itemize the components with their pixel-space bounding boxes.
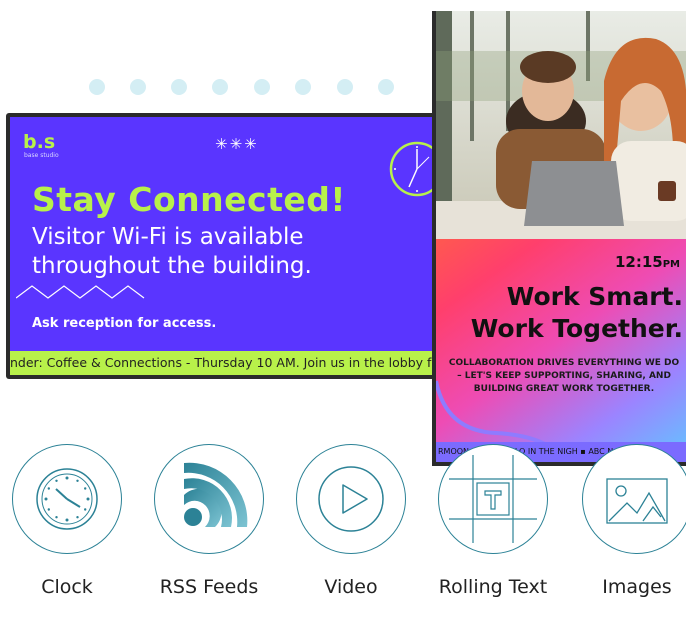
image-icon <box>606 478 668 524</box>
rss-icon <box>184 462 248 527</box>
call-to-action-text: Ask reception for access. <box>32 316 217 331</box>
feature-rss-feeds[interactable]: RSS Feeds <box>149 444 269 614</box>
team-photo <box>436 11 686 239</box>
feature-circle[interactable] <box>582 444 686 554</box>
wall-clock-icon <box>389 141 438 197</box>
feature-label: Images <box>602 576 672 598</box>
title-line-2: Work Together. <box>470 314 683 343</box>
feature-label: Rolling Text <box>438 576 548 598</box>
dot <box>378 79 394 95</box>
feature-circle[interactable] <box>154 444 264 554</box>
dot <box>212 79 228 95</box>
dot <box>295 79 311 95</box>
news-ticker: nder: Coffee & Connections - Thursday 10… <box>10 351 438 375</box>
collaboration-signage-screen: 12:15PM Work Smart. Work Together. COLLA… <box>432 11 686 466</box>
subline-1: Visitor Wi-Fi is available <box>32 224 304 250</box>
dot <box>89 79 105 95</box>
feature-images[interactable]: Images <box>577 444 686 614</box>
brand-logo: b.s <box>23 131 56 153</box>
feature-clock[interactable]: Clock <box>7 444 127 614</box>
feature-label: RSS Feeds <box>159 576 259 598</box>
dot <box>254 79 270 95</box>
dot <box>171 79 187 95</box>
feature-circle[interactable] <box>438 444 548 554</box>
text-frame-icon <box>449 455 537 543</box>
asterisk-ornament: ✳✳✳ <box>215 135 259 153</box>
body-text: COLLABORATION DRIVES EVERYTHING WE DO – … <box>448 358 680 394</box>
brand-logo-subtitle: base studio <box>24 152 59 159</box>
wifi-signage-screen: b.s base studio ✳✳✳ Stay Connected! Visi… <box>6 113 442 379</box>
feature-label: Video <box>324 576 378 598</box>
clock-icon <box>36 468 98 530</box>
feature-label: Clock <box>41 576 93 598</box>
dot <box>130 79 146 95</box>
clock-time-readout: 12:15PM <box>614 253 680 271</box>
title-line-1: Work Smart. <box>506 282 683 311</box>
dot <box>337 79 353 95</box>
subline-2: throughout the building. <box>32 253 312 279</box>
play-icon <box>318 466 384 532</box>
feature-video[interactable]: Video <box>291 444 411 614</box>
feature-rolling-text[interactable]: Rolling Text <box>433 444 553 614</box>
feature-circle[interactable] <box>296 444 406 554</box>
zigzag-ornament <box>16 285 145 299</box>
feature-circle[interactable] <box>12 444 122 554</box>
headline: Stay Connected! <box>32 180 346 219</box>
signage-content: 12:15PM Work Smart. Work Together. COLLA… <box>436 11 686 462</box>
signage-content: b.s base studio ✳✳✳ Stay Connected! Visi… <box>10 117 438 375</box>
